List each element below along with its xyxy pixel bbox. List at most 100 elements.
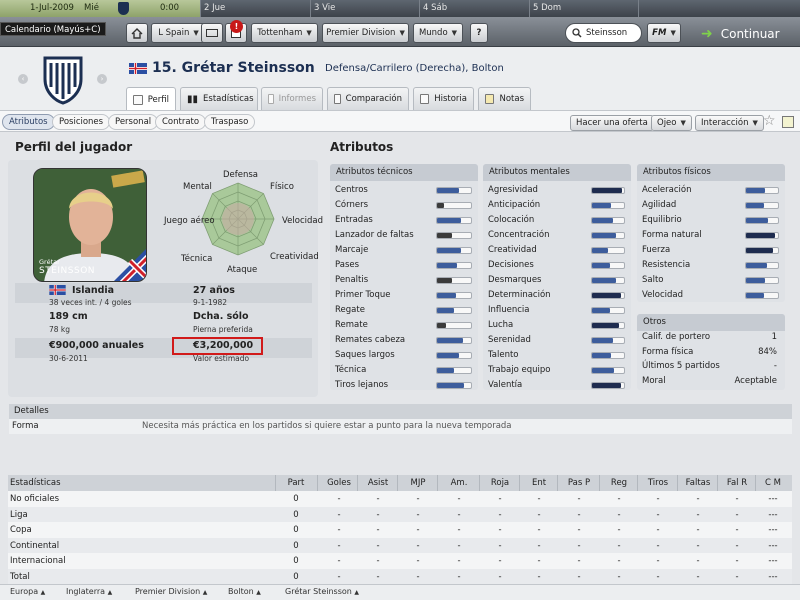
player-height: 189 cm <box>49 311 88 322</box>
search-input[interactable]: Steinsson <box>565 23 642 43</box>
subtab-traspaso[interactable]: Traspaso <box>204 114 256 130</box>
table-cell: - <box>498 540 502 551</box>
table-cell: - <box>696 509 700 520</box>
table-cell: --- <box>768 525 778 535</box>
attribute-bar-fill <box>592 353 612 358</box>
subtab-atributos[interactable]: Atributos <box>2 114 55 130</box>
scout-menu[interactable]: Ojeo ▼ <box>651 115 692 131</box>
chevron-up-icon: ▲ <box>354 589 360 596</box>
table-cell: - <box>416 525 420 535</box>
player-wage: €900,000 anuales <box>49 340 144 351</box>
calendar-day-3[interactable]: 3 Vie <box>314 3 335 13</box>
attribute-bar-fill <box>592 263 610 268</box>
breadcrumb-item[interactable]: Premier Division ▲ <box>135 587 207 596</box>
world-menu[interactable]: Mundo ▼ <box>413 23 463 43</box>
star-icon[interactable]: ☆ <box>763 113 776 129</box>
radar-label-ataque: Ataque <box>227 265 258 275</box>
tab-comparacion[interactable]: Comparación <box>327 87 409 110</box>
attribute-bar-fill <box>592 383 621 388</box>
breadcrumb-item[interactable]: Bolton ▲ <box>228 587 261 596</box>
notes-icon <box>485 94 495 104</box>
calendar-day-5[interactable]: 5 Dom <box>533 3 561 13</box>
table-row[interactable]: Internacional 0- - - - - - - - - - - --- <box>8 553 792 569</box>
subtab-contrato[interactable]: Contrato <box>155 114 207 130</box>
column-header[interactable]: Pas P <box>558 478 600 488</box>
prev-player-icon[interactable]: ‹ <box>18 74 28 84</box>
column-header[interactable]: Roja <box>480 478 520 488</box>
column-header[interactable]: Estadísticas <box>10 478 61 488</box>
tab-notas[interactable]: Notas <box>478 87 531 110</box>
home-button[interactable] <box>126 23 148 43</box>
attribute-name: Córners <box>335 200 369 210</box>
next-player-icon[interactable]: › <box>97 74 107 84</box>
help-button[interactable]: ? <box>470 23 488 43</box>
inbox-button[interactable] <box>201 23 223 43</box>
table-row[interactable]: Total 0- - - - - - - - - - - --- <box>8 568 792 584</box>
column-header[interactable]: Tiros <box>638 478 678 488</box>
subtab-posiciones[interactable]: Posiciones <box>52 114 111 130</box>
column-header[interactable]: C M <box>756 478 790 488</box>
sub-tab-bar: Atributos Posiciones Personal Contrato T… <box>0 110 800 132</box>
column-header[interactable]: Ent <box>520 478 558 488</box>
attribute-name: Colocación <box>488 215 535 225</box>
other-attributes-title: Otros <box>637 314 785 331</box>
radar-label-velocidad: Velocidad <box>282 216 323 226</box>
column-header[interactable]: Fal R <box>718 478 756 488</box>
table-cell: - <box>457 571 461 582</box>
tab-perfil[interactable]: Perfil <box>126 87 176 111</box>
table-row[interactable]: No oficiales 0- - - - - - - - - - - --- <box>8 491 792 507</box>
calendar-current-day[interactable]: 1-Jul-2009 Mié 0:00 <box>0 0 200 17</box>
tab-estadisticas[interactable]: ▮▮ Estadísticas <box>180 87 258 110</box>
club-menu[interactable]: L Spain ▼ <box>151 23 206 43</box>
attribute-bar <box>745 262 779 269</box>
tab-informes[interactable]: Informes <box>261 87 323 110</box>
table-row[interactable]: Continental 0- - - - - - - - - - - --- <box>8 537 792 553</box>
table-row[interactable]: Copa 0- - - - - - - - - - - --- <box>8 522 792 538</box>
table-row[interactable]: Liga 0- - - - - - - - - - - --- <box>8 506 792 522</box>
notification-badge[interactable]: ! <box>230 20 243 33</box>
interaction-menu[interactable]: Interacción ▼ <box>695 115 764 131</box>
attribute-row: Agresividad <box>483 183 631 198</box>
chevron-down-icon: ▼ <box>306 29 312 37</box>
attribute-bar <box>436 322 472 329</box>
attribute-row: Entradas <box>330 213 478 228</box>
attribute-bar <box>745 187 779 194</box>
team-menu[interactable]: Tottenham ▼ <box>251 23 318 43</box>
attribute-bar <box>591 232 625 239</box>
attribute-bar-fill <box>437 368 454 373</box>
attribute-row: Lucha <box>483 318 631 333</box>
calendar-strip[interactable]: 1-Jul-2009 Mié 0:00 2 Jue 3 Vie 4 Sáb 5 … <box>0 0 800 17</box>
table-cell: - <box>696 525 700 535</box>
column-header[interactable]: Goles <box>318 478 360 488</box>
attribute-bar <box>436 187 472 194</box>
column-header[interactable]: Part <box>276 478 316 488</box>
add-note-icon[interactable] <box>782 116 794 128</box>
attribute-bar-fill <box>592 323 620 328</box>
attribute-bar <box>591 352 625 359</box>
table-cell: - <box>376 571 380 582</box>
inbox-icon <box>206 29 218 37</box>
attribute-row: Marcaje <box>330 243 478 258</box>
column-header[interactable]: MJP <box>398 478 438 488</box>
league-menu[interactable]: Premier Division ▼ <box>322 23 409 43</box>
nationality[interactable]: Islandia <box>72 285 114 296</box>
column-header[interactable]: Am. <box>438 478 480 488</box>
attribute-bar <box>745 217 779 224</box>
table-cell: - <box>617 556 621 566</box>
continue-button[interactable]: ➜ Continuar <box>697 23 792 45</box>
column-header[interactable]: Reg <box>600 478 638 488</box>
other-attribute-name: Forma física <box>642 346 694 357</box>
column-header[interactable]: Asist <box>358 478 398 488</box>
tab-historia[interactable]: Historia <box>413 87 474 110</box>
subtab-personal[interactable]: Personal <box>108 114 159 130</box>
history-icon <box>420 94 430 104</box>
fm-menu[interactable]: FM ▼ <box>647 23 681 43</box>
make-offer-button[interactable]: Hacer una oferta <box>570 115 654 131</box>
breadcrumb-item[interactable]: Europa ▲ <box>10 587 45 596</box>
breadcrumb-item[interactable]: Grétar Steinsson ▲ <box>285 587 359 596</box>
breadcrumb-item[interactable]: Inglaterra ▲ <box>66 587 112 596</box>
calendar-day-2[interactable]: 2 Jue <box>204 3 225 13</box>
column-header[interactable]: Faltas <box>678 478 718 488</box>
table-cell: - <box>537 509 541 520</box>
calendar-day-4[interactable]: 4 Sáb <box>423 3 447 13</box>
